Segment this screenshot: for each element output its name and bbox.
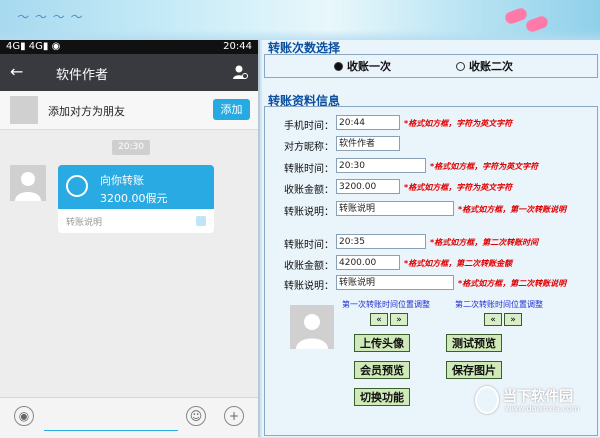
field-label: 转账时间：	[284, 240, 334, 251]
status-time: 20:44	[223, 41, 252, 52]
field-note: *格式如方框，字符为英文字符	[404, 183, 513, 192]
banner-decoration: ～ ～ ～ ～	[16, 10, 83, 24]
first-adjust-label: 第一次转账时间位置调整	[342, 300, 430, 309]
upload-avatar-button[interactable]: 上传头像	[354, 334, 410, 352]
friend-avatar	[10, 96, 38, 124]
transfer-bubble-footer: 转账说明	[58, 209, 214, 233]
field-note: *格式如方框，第二次转账时间	[430, 238, 539, 247]
field-label: 收账金额：	[284, 261, 334, 272]
watermark-logo-icon	[475, 386, 499, 414]
back-arrow-icon[interactable]: ←	[10, 62, 23, 81]
transfer-title: 向你转账	[100, 174, 144, 187]
chat-title: 软件作者	[56, 68, 109, 83]
chat-titlebar: ← 软件作者	[0, 54, 258, 91]
save-image-button[interactable]: 保存图片	[446, 361, 502, 379]
wallet-icon	[196, 216, 206, 226]
second-adjust-label: 第二次转账时间位置调整	[455, 300, 543, 309]
voice-icon[interactable]: ◉	[14, 406, 34, 426]
radio-dot-icon	[334, 61, 343, 71]
second-time-input[interactable]: 20:35	[336, 234, 426, 249]
switch-function-button[interactable]: 切换功能	[354, 388, 410, 406]
transfer-note-input[interactable]: 转账说明	[336, 201, 454, 216]
field-note: *格式如方框，第二次转账金额	[404, 259, 513, 268]
test-preview-button[interactable]: 测试预览	[446, 334, 502, 352]
radio-once[interactable]: 收账一次	[334, 58, 391, 74]
radio-twice-label: 收账二次	[469, 60, 513, 73]
transfer-amount: 3200.00假元	[100, 192, 168, 205]
add-friend-text: 添加对方为朋友	[48, 105, 125, 118]
avatar-preview	[290, 305, 334, 349]
field-label: 收账金额：	[284, 185, 334, 196]
input-underline[interactable]	[44, 430, 178, 431]
field-label: 对方昵称：	[284, 142, 334, 153]
nickname-input[interactable]: 软件作者	[336, 136, 400, 151]
person-icon	[15, 172, 41, 201]
add-friend-button[interactable]: 添加	[213, 99, 250, 120]
radio-once-label: 收账一次	[347, 60, 391, 73]
top-banner: ～ ～ ～ ～	[0, 0, 600, 40]
field-label: 转账时间：	[284, 164, 334, 175]
message-time: 20:30	[112, 140, 150, 155]
field-label: 手机时间：	[284, 121, 334, 132]
field-note: *格式如方框，第一次转账说明	[458, 205, 567, 214]
status-bar: 4G▮ 4G▮ ◉ 20:44	[0, 40, 258, 54]
phone-preview: 4G▮ 4G▮ ◉ 20:44 ← 软件作者 添加对方为朋友 添加 20:30 …	[0, 40, 260, 438]
member-preview-button[interactable]: 会员预览	[354, 361, 410, 379]
transfer-bubble[interactable]: 向你转账 3200.00假元 转账说明	[58, 165, 214, 233]
second-right-arrow-button[interactable]: »	[504, 313, 522, 326]
second-note-input[interactable]: 转账说明	[336, 275, 454, 290]
person-icon	[296, 314, 328, 349]
first-right-arrow-button[interactable]: »	[390, 313, 408, 326]
user-settings-icon[interactable]	[232, 64, 248, 80]
radio-twice[interactable]: 收账二次	[456, 58, 513, 74]
signal-indicators: 4G▮ 4G▮ ◉	[6, 41, 61, 52]
field-note: *格式如方框，字符为英文字符	[430, 162, 539, 171]
transfer-time-input[interactable]: 20:30	[336, 158, 426, 173]
field-note: *格式如方框，第二次转账说明	[458, 279, 567, 288]
plus-icon[interactable]: +	[224, 406, 244, 426]
transfer-icon	[66, 175, 88, 197]
chat-input-bar: ◉ ☺ +	[0, 397, 258, 438]
watermark-title: 当下软件园	[503, 389, 573, 405]
phone-time-input[interactable]: 20:44	[336, 115, 400, 130]
field-label: 转账说明：	[284, 281, 334, 292]
flipflop-decoration	[503, 6, 529, 26]
transfer-bubble-top: 向你转账 3200.00假元	[58, 165, 214, 209]
emoji-icon[interactable]: ☺	[186, 406, 206, 426]
transfer-note: 转账说明	[66, 218, 103, 228]
add-friend-bar: 添加对方为朋友 添加	[0, 91, 258, 130]
count-group	[264, 54, 598, 78]
watermark-url: www.downxia.com	[505, 404, 580, 413]
field-note: *格式如方框，字符为英文字符	[404, 119, 513, 128]
amount-input[interactable]: 3200.00	[336, 179, 400, 194]
control-panel: 转账次数选择 收账一次 收账二次 转账资料信息 手机时间： 20:44 *格式如…	[262, 40, 600, 437]
first-left-arrow-button[interactable]: «	[370, 313, 388, 326]
watermark: 当下软件园 www.downxia.com	[473, 384, 593, 418]
second-amount-input[interactable]: 4200.00	[336, 255, 400, 270]
sender-avatar	[10, 165, 46, 201]
second-left-arrow-button[interactable]: «	[484, 313, 502, 326]
radio-dot-icon	[456, 61, 465, 71]
field-label: 转账说明：	[284, 207, 334, 218]
